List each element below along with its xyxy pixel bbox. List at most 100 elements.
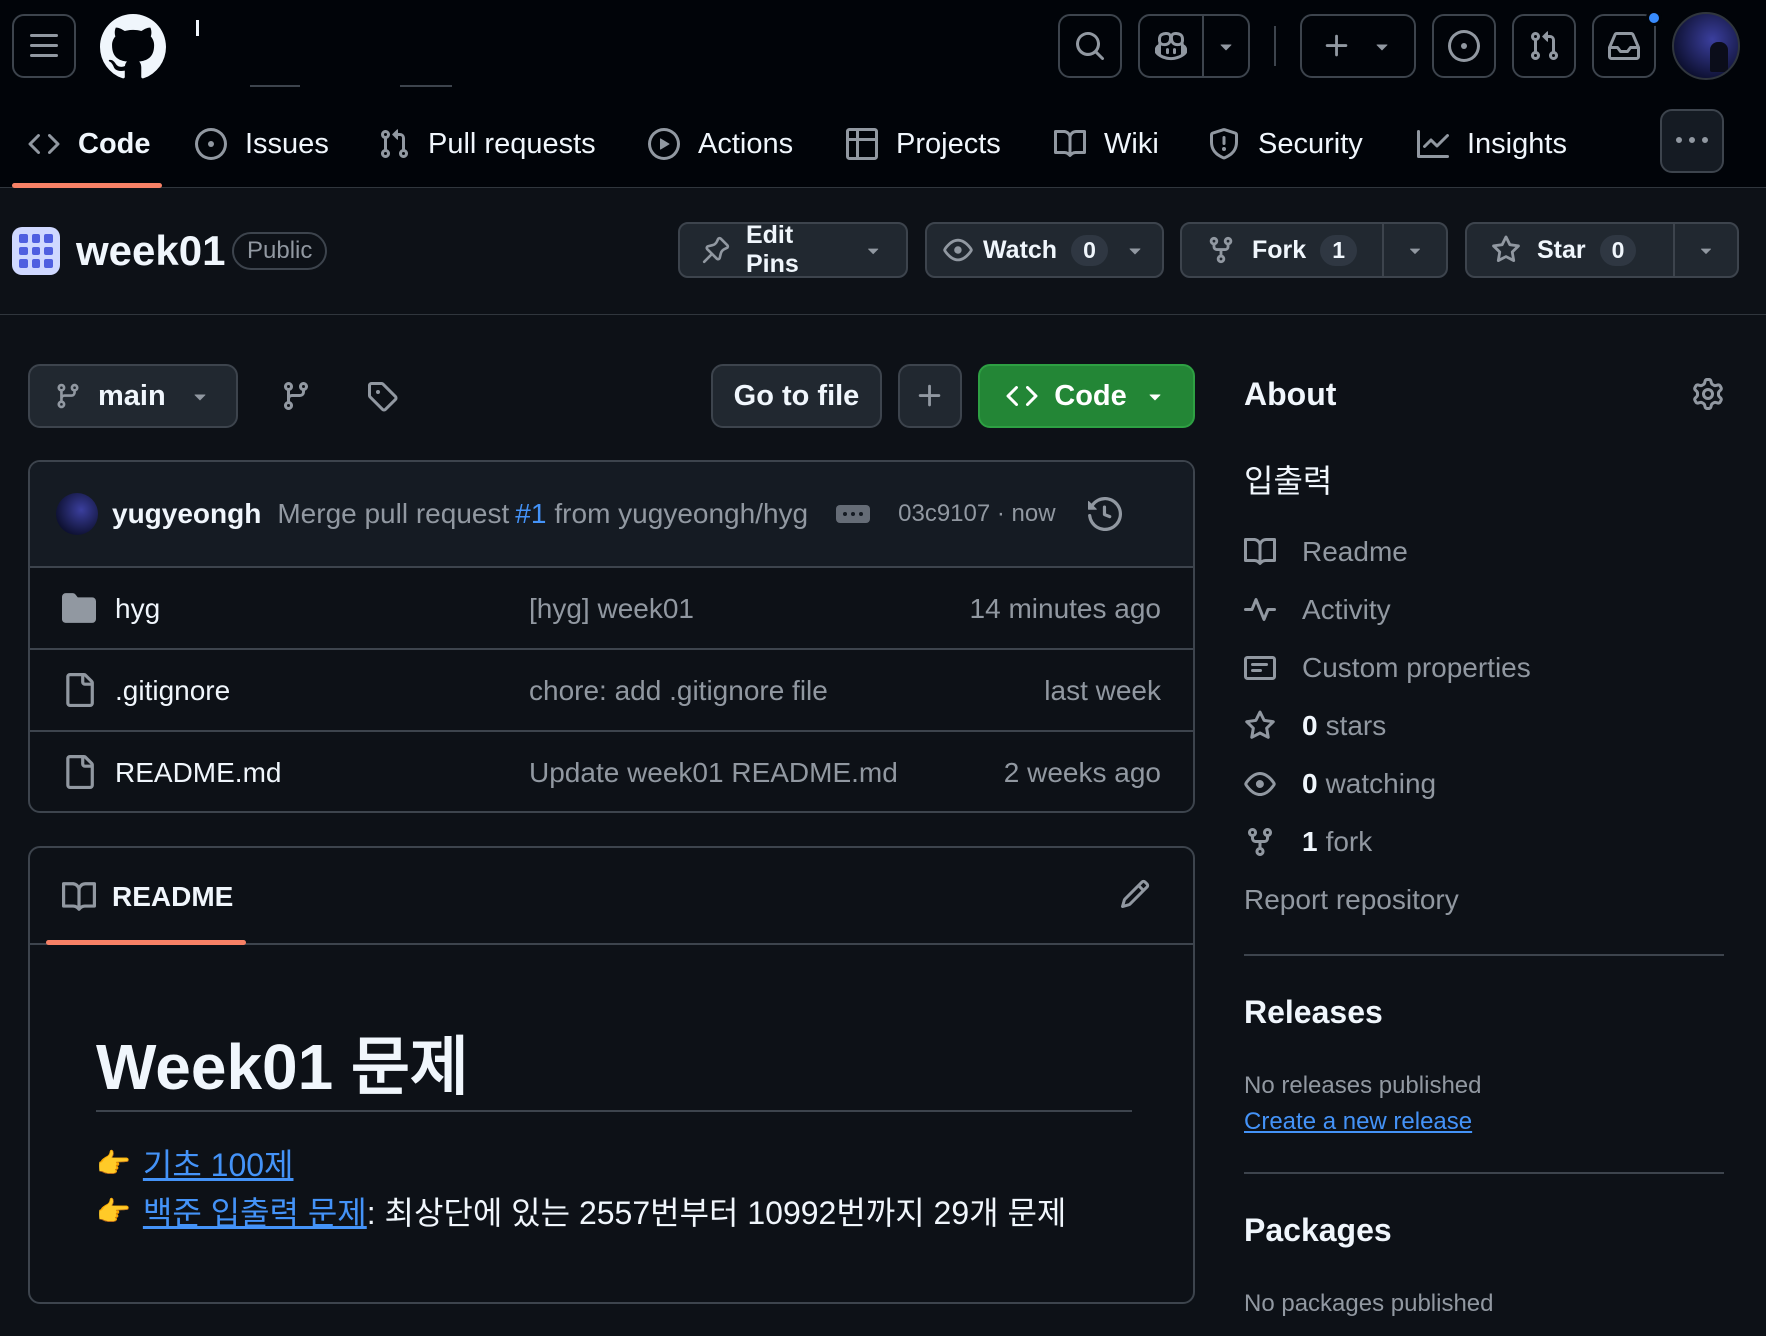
edit-about-button[interactable] xyxy=(1692,378,1724,410)
add-file-button[interactable] xyxy=(898,364,962,428)
edit-pins-button[interactable]: Edit Pins xyxy=(678,221,908,278)
tags-link[interactable] xyxy=(350,364,414,428)
file-row[interactable]: .gitignore chore: add .gitignore file la… xyxy=(30,650,1193,732)
more-tabs-button[interactable] xyxy=(1660,109,1724,173)
watch-dropdown[interactable] xyxy=(1108,238,1162,262)
sidebar-link-label: Activity xyxy=(1302,594,1391,625)
commit-history-button[interactable] xyxy=(1087,497,1122,531)
eye-icon xyxy=(943,238,973,262)
repo-title-row: week01 Public Edit Pins Watch 0 Fork 1 S… xyxy=(0,189,1766,315)
fork-button[interactable]: Fork 1 xyxy=(1182,224,1382,276)
file-row[interactable]: hyg [hyg] week01 14 minutes ago xyxy=(30,568,1193,650)
fork-count: 1 xyxy=(1320,234,1357,266)
book-icon xyxy=(1054,129,1086,157)
user-avatar[interactable] xyxy=(1672,12,1740,80)
commit-hash-time[interactable]: 03c9107 · now xyxy=(898,500,1055,528)
readme-panel: README Week01 문제 👉 기초 100제 👉 백준 입출력 문제 :… xyxy=(28,846,1195,1304)
custom-properties-link[interactable]: Custom properties xyxy=(1244,652,1531,684)
search-button[interactable] xyxy=(1058,14,1122,78)
pin-icon xyxy=(702,236,730,264)
code-dropdown-button[interactable]: Code xyxy=(978,364,1195,428)
fork-dropdown[interactable] xyxy=(1382,224,1446,276)
commit-author[interactable]: yugyeongh xyxy=(112,498,261,530)
commit-expand-button[interactable] xyxy=(836,505,871,523)
create-release-link[interactable]: Create a new release xyxy=(1244,1108,1472,1136)
watchers-link[interactable]: 0 watching xyxy=(1244,768,1436,800)
basic-100-link[interactable]: 기초 100제 xyxy=(143,1140,294,1186)
tab-actions[interactable]: Actions xyxy=(648,105,793,183)
repo-forked-icon xyxy=(1248,828,1272,857)
repo-owner-avatar[interactable] xyxy=(12,227,60,275)
star-button-group[interactable]: Star 0 xyxy=(1465,222,1739,278)
activity-link[interactable]: Activity xyxy=(1244,594,1391,626)
tab-projects[interactable]: Projects xyxy=(846,105,1001,183)
triangle-down-icon xyxy=(1700,248,1712,254)
file-name[interactable]: hyg xyxy=(115,593,160,625)
commit-source[interactable]: from yugyeongh/hyg xyxy=(554,498,808,530)
tab-label: Projects xyxy=(896,127,1001,160)
tab-issues[interactable]: Issues xyxy=(195,105,329,183)
star-button[interactable]: Star 0 xyxy=(1467,224,1673,276)
file-name[interactable]: .gitignore xyxy=(115,675,230,707)
file-commit-message[interactable]: Update week01 README.md xyxy=(529,757,898,789)
tab-label: Insights xyxy=(1467,127,1567,160)
copilot-button[interactable] xyxy=(1140,16,1204,76)
branch-name: main xyxy=(98,379,166,412)
file-icon xyxy=(66,755,94,789)
file-commit-message[interactable]: [hyg] week01 xyxy=(529,593,694,625)
readme-tab[interactable]: README xyxy=(62,880,233,914)
unread-indicator xyxy=(1646,10,1662,26)
notifications-button[interactable] xyxy=(1592,10,1662,78)
fork-button-group[interactable]: Fork 1 xyxy=(1180,222,1448,278)
plus-icon xyxy=(1325,34,1348,57)
tab-code[interactable]: Code xyxy=(28,105,151,183)
packages-heading[interactable]: Packages xyxy=(1244,1212,1392,1249)
issue-opened-icon xyxy=(1448,30,1480,62)
pointing-hand-emoji: 👉 xyxy=(96,1195,131,1227)
report-label: Report repository xyxy=(1244,884,1459,915)
watch-label: Watch xyxy=(983,235,1058,264)
file-row[interactable]: README.md Update week01 README.md 2 week… xyxy=(30,732,1193,811)
file-name[interactable]: README.md xyxy=(115,757,281,789)
stars-link[interactable]: 0 stars xyxy=(1244,710,1386,742)
tab-wiki[interactable]: Wiki xyxy=(1054,105,1159,183)
commit-author-avatar[interactable] xyxy=(56,493,98,535)
copilot-button-group[interactable] xyxy=(1138,14,1250,78)
readme-link[interactable]: Readme xyxy=(1244,536,1408,568)
tab-insights[interactable]: Insights xyxy=(1417,105,1567,183)
edit-readme-button[interactable] xyxy=(1119,878,1151,910)
tab-security[interactable]: Security xyxy=(1208,105,1363,183)
watch-button[interactable]: Watch 0 xyxy=(925,222,1164,278)
branch-selector[interactable]: main xyxy=(28,364,238,428)
file-commit-message[interactable]: chore: add .gitignore file xyxy=(529,675,828,707)
report-repository-link[interactable]: Report repository xyxy=(1244,884,1459,916)
file-commit-date: last week xyxy=(1044,675,1161,706)
stars-text: 0 stars xyxy=(1302,710,1386,742)
visibility-badge: Public xyxy=(232,232,328,270)
forks-count: 1 xyxy=(1302,826,1318,857)
create-new-button[interactable] xyxy=(1300,14,1416,78)
star-label: Star xyxy=(1537,235,1586,264)
tab-pull-requests[interactable]: Pull requests xyxy=(378,105,596,183)
your-issues-button[interactable] xyxy=(1432,14,1496,78)
repo-name[interactable]: week01 xyxy=(76,227,225,275)
gear-icon xyxy=(1693,378,1723,410)
copilot-dropdown[interactable] xyxy=(1204,16,1248,76)
readme-list-item: 👉 기초 100제 xyxy=(96,1140,293,1186)
forks-link[interactable]: 1 fork xyxy=(1244,826,1372,858)
baekjoon-io-link[interactable]: 백준 입출력 문제 xyxy=(143,1188,367,1234)
menu-button[interactable] xyxy=(12,14,76,78)
commit-message[interactable]: Merge pull request xyxy=(277,498,509,530)
branches-link[interactable] xyxy=(264,364,328,428)
your-pull-requests-button[interactable] xyxy=(1512,14,1576,78)
commit-pr-link[interactable]: #1 xyxy=(515,498,546,530)
git-branch-icon xyxy=(57,383,79,409)
pencil-icon xyxy=(1120,879,1150,909)
github-logo-link[interactable] xyxy=(100,14,166,80)
go-to-file-button[interactable]: Go to file xyxy=(711,364,882,428)
star-dropdown[interactable] xyxy=(1673,224,1737,276)
releases-heading[interactable]: Releases xyxy=(1244,994,1383,1031)
copilot-icon xyxy=(1155,31,1187,61)
git-pull-request-icon xyxy=(1530,31,1559,61)
hamburger-icon xyxy=(30,34,58,57)
